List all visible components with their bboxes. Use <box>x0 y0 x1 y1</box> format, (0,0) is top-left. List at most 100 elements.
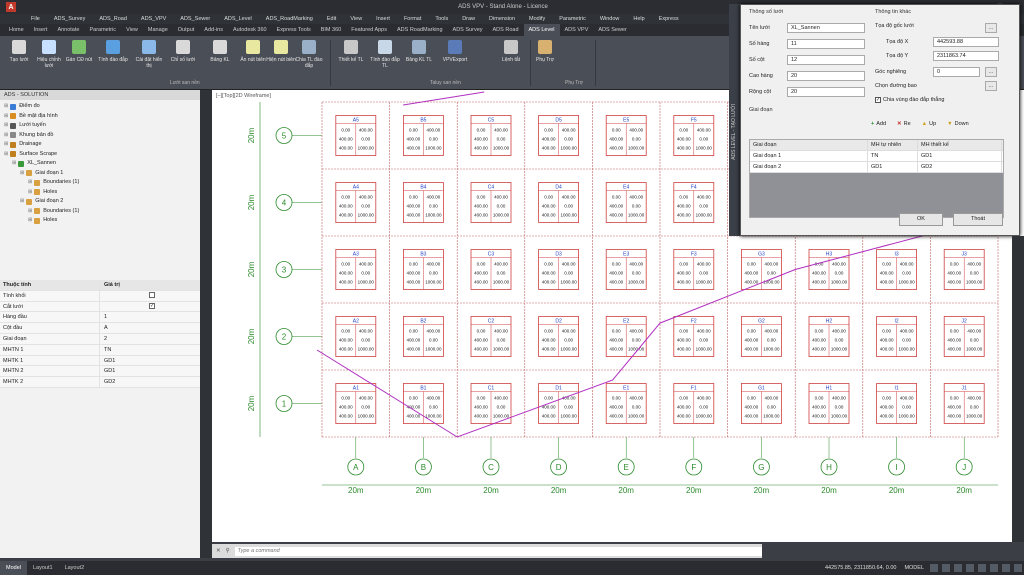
tab-4[interactable]: View <box>121 24 143 36</box>
tree-expander-icon[interactable]: ⊞ <box>20 197 24 207</box>
tab-15[interactable]: ADS Level <box>523 24 560 36</box>
menu-5[interactable]: ADS_Level <box>217 16 259 22</box>
property-value[interactable]: ✓ <box>100 302 210 312</box>
tab-10[interactable]: BIM 360 <box>316 24 346 36</box>
viewport-label[interactable]: [–][Top][2D Wireframe] <box>216 93 271 99</box>
tab-3[interactable]: Parametric <box>84 24 121 36</box>
menu-16[interactable]: Window <box>593 16 627 22</box>
model-space-toggle[interactable]: MODEL <box>900 565 928 571</box>
stage-cell[interactable]: TN <box>868 151 918 161</box>
menu-13[interactable]: Dimension <box>482 16 522 22</box>
stage-re-button[interactable]: ✕ Re <box>897 121 911 127</box>
stage-table-row[interactable]: Giai đoạn 1 TN GD1 <box>750 151 1003 162</box>
tree-expander-icon[interactable]: ⊞ <box>4 140 8 150</box>
tab-14[interactable]: ADS Road <box>488 24 524 36</box>
tree-item[interactable]: ⊞ Lưới tuyến <box>4 121 205 131</box>
tree-item[interactable]: ⊞ Holes <box>4 188 205 198</box>
property-value[interactable]: GD1 <box>100 366 210 376</box>
split-checkbox-row[interactable]: ✓ Chia vùng đào đắp thẳng <box>875 97 944 103</box>
pick-boundary-button[interactable]: ... <box>985 81 997 91</box>
tree-expander-icon[interactable]: ⊞ <box>20 169 24 179</box>
tree-expander-icon[interactable]: ⊞ <box>28 178 32 188</box>
x-field[interactable]: 442593.88 <box>933 37 999 47</box>
stage-cell[interactable]: Giai đoạn 1 <box>750 151 868 161</box>
tree-item[interactable]: ⊞ Giai đoạn 2 <box>4 197 205 207</box>
polar-toggle-icon[interactable] <box>966 564 974 572</box>
menu-0[interactable]: File <box>24 16 47 22</box>
tree-expander-icon[interactable]: ⊞ <box>28 188 32 198</box>
tab-2[interactable]: Annotate <box>52 24 84 36</box>
menu-8[interactable]: View <box>343 16 369 22</box>
property-value[interactable]: GD2 <box>100 377 210 387</box>
tree-item[interactable]: ⊞ XL_Sannen <box>4 159 205 169</box>
ribbon-button-11[interactable]: Tính đào đắp TL <box>370 40 400 69</box>
menu-15[interactable]: Parametric <box>552 16 593 22</box>
menu-18[interactable]: Express <box>652 16 686 22</box>
menu-2[interactable]: ADS_Road <box>92 16 134 22</box>
ribbon-button-3[interactable]: Tính đào đắp <box>98 40 128 63</box>
tab-9[interactable]: Express Tools <box>272 24 316 36</box>
stage-up-button[interactable]: ▲ Up <box>922 121 936 127</box>
close-cmd-icon[interactable]: ✕ <box>216 548 221 554</box>
split-checkbox[interactable]: ✓ <box>875 97 881 103</box>
ribbon-button-4[interactable]: Cài đặt hiển thị <box>134 40 164 69</box>
grid-toggle-icon[interactable] <box>930 564 938 572</box>
tab-7[interactable]: Add-ins <box>199 24 228 36</box>
dialog-field-input[interactable]: 20 <box>787 71 865 81</box>
customize-icon[interactable] <box>1014 564 1022 572</box>
tree-expander-icon[interactable]: ⊞ <box>28 216 32 226</box>
ribbon-button-10[interactable]: Thiết kế TL <box>336 40 366 63</box>
tab-16[interactable]: ADS VPV <box>560 24 594 36</box>
menu-11[interactable]: Tools <box>428 16 455 22</box>
snap-toggle-icon[interactable] <box>942 564 950 572</box>
menu-12[interactable]: Draw <box>455 16 482 22</box>
tree-item[interactable]: ⊞ Boundaries (1) <box>4 207 205 217</box>
workspace-gear-icon[interactable] <box>1002 564 1010 572</box>
pick-angle-button[interactable]: ... <box>985 67 997 77</box>
layout-tab-layout2[interactable]: Layout2 <box>59 561 91 575</box>
tree-item[interactable]: ⊞ Bề mặt địa hình <box>4 112 205 122</box>
dialog-field-input[interactable]: XL_Sannen <box>787 23 865 33</box>
property-value[interactable]: 2 <box>100 334 210 344</box>
ribbon-button-2[interactable]: Gán CĐ nút <box>64 40 94 63</box>
tree-expander-icon[interactable]: ⊞ <box>4 150 8 160</box>
ribbon-button-0[interactable]: Tạo lưới <box>4 40 34 63</box>
ribbon-button-14[interactable]: Lệnh tắt <box>496 40 526 63</box>
property-checkbox[interactable] <box>149 292 155 299</box>
dialog-field-input[interactable]: 12 <box>787 55 865 65</box>
tab-12[interactable]: ADS RoadMarking <box>392 24 448 36</box>
ribbon-button-15[interactable]: Phụ Trợ <box>530 40 560 63</box>
cancel-button[interactable]: Thoát <box>953 213 1003 226</box>
y-field[interactable]: 2311863.74 <box>933 51 999 61</box>
stage-add-button[interactable]: + Add <box>871 121 886 127</box>
app-logo[interactable]: A <box>6 2 16 12</box>
tab-13[interactable]: ADS Survey <box>448 24 488 36</box>
stage-down-button[interactable]: ▼ Down <box>947 121 969 127</box>
ok-button[interactable]: OK <box>899 213 943 226</box>
command-input[interactable] <box>234 546 762 556</box>
angle-field[interactable]: 0 <box>933 67 980 77</box>
menu-1[interactable]: ADS_Survey <box>47 16 93 22</box>
property-checkbox[interactable]: ✓ <box>149 303 155 310</box>
property-row[interactable]: Cắt lưới ✓ <box>0 301 210 313</box>
tab-11[interactable]: Featured Apps <box>346 24 392 36</box>
tree-item[interactable]: ⊞ Holes <box>4 216 205 226</box>
ribbon-button-6[interactable]: Bảng KL <box>205 40 235 63</box>
ribbon-button-9[interactable]: Chia TL đào đắp <box>294 40 324 69</box>
stage-cell[interactable]: GD1 <box>868 162 918 172</box>
tab-6[interactable]: Output <box>173 24 200 36</box>
menu-3[interactable]: ADS_VPV <box>134 16 173 22</box>
pick-origin-button[interactable]: ... <box>985 23 997 33</box>
property-value[interactable]: A <box>100 323 210 333</box>
stage-cell[interactable]: GD1 <box>918 151 1002 161</box>
search-icon[interactable]: ⚲ <box>226 548 230 554</box>
menu-6[interactable]: ADS_RoadMarking <box>259 16 320 22</box>
ribbon-button-7[interactable]: Ẩn nút biên <box>238 40 268 63</box>
tab-17[interactable]: ADS Sewer <box>593 24 631 36</box>
stage-table-row[interactable]: Giai đoạn 2 GD1 GD2 <box>750 162 1003 173</box>
ribbon-button-12[interactable]: Bảng KL TL <box>404 40 434 63</box>
property-row[interactable]: MHTK 2 GD2 <box>0 377 210 388</box>
property-row[interactable]: Tính khối <box>0 290 210 302</box>
ribbon-button-1[interactable]: Hiệu chỉnh lưới <box>34 40 64 69</box>
tree-expander-icon[interactable]: ⊞ <box>4 102 8 112</box>
